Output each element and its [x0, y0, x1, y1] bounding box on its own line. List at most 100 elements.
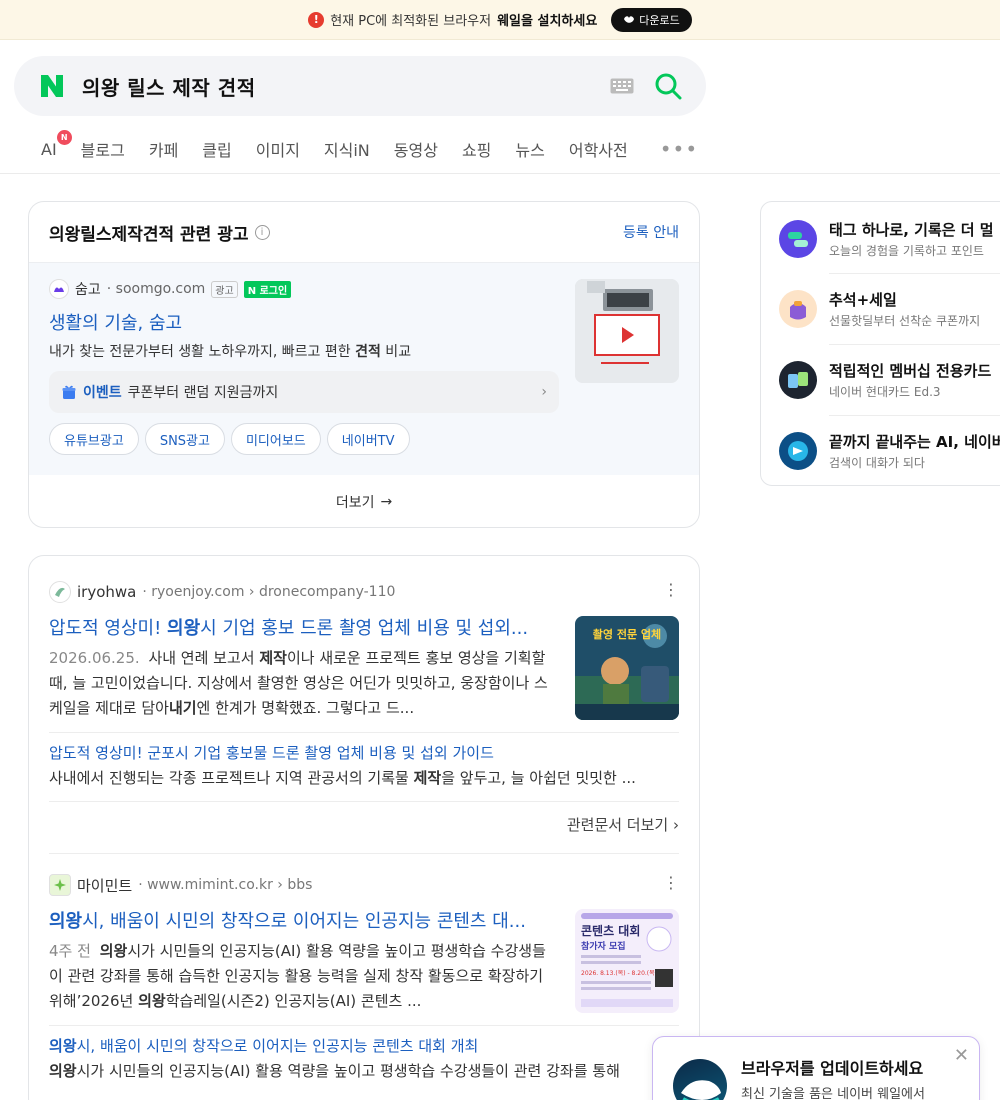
divider — [49, 1025, 679, 1026]
divider — [49, 801, 679, 802]
whale-icon — [624, 15, 635, 23]
result-title-link[interactable]: 압도적 영상미! 의왕시 기업 홍보 드론 촬영 업체 비용 및 섭외... — [49, 614, 557, 640]
keyboard-icon[interactable] — [610, 78, 634, 94]
sidebar-item-sub: 오늘의 경험을 기록하고 포인트 — [829, 244, 984, 258]
ad-register-link[interactable]: 등록 안내 — [623, 222, 679, 242]
tab-news[interactable]: 뉴스 — [515, 137, 544, 161]
result-title-link[interactable]: 의왕시, 배움이 시민의 창작으로 이어지는 인공지능 콘텐츠 대... — [49, 907, 557, 933]
result-thumbnail[interactable]: 촬영 전문 업체 — [575, 616, 679, 720]
divider — [0, 173, 1000, 174]
download-button[interactable]: 다운로드 — [611, 7, 692, 32]
event-label: 이벤트 — [83, 385, 122, 401]
web-results: iryohwa · ryoenjoy.com › dronecompany-11… — [28, 555, 700, 1100]
new-badge: N — [56, 129, 72, 145]
sub-result-snippet: 사내에서 진행되는 각종 프로젝트나 지역 관공서의 기록물 제작을 앞두고, … — [49, 769, 636, 787]
gift-pouch-icon — [779, 290, 817, 328]
chip-sns-ad[interactable]: SNS광고 — [144, 423, 225, 455]
tab-shopping[interactable]: 쇼핑 — [462, 137, 491, 161]
ad-chips: 유튜브광고 SNS광고 미디어보드 네이버TV — [49, 423, 679, 455]
ad-body: 숨고 · soomgo.com 광고 N 로그인 생활의 기술, 숨고 내가 찾… — [29, 263, 699, 475]
sidebar-item-title: 끝까지 끝내주는 AI, 네이버 — [829, 433, 1000, 451]
thumb-title: 콘텐츠 대회 — [581, 923, 640, 938]
event-text: 쿠폰부터 랜덤 지원금까지 — [127, 385, 279, 401]
ad-domain: · soomgo.com — [106, 281, 206, 297]
gift-icon — [62, 385, 76, 399]
install-banner: ! 현재 PC에 최적화된 브라우저 웨일을 설치하세요 다운로드 — [0, 0, 1000, 40]
result-source: iryohwa · ryoenjoy.com › dronecompany-11… — [49, 580, 679, 604]
tab-kin[interactable]: 지식iN — [324, 137, 370, 161]
chip-media-board[interactable]: 미디어보드 — [230, 423, 321, 455]
thumb-sub: 참가자 모집 — [581, 940, 626, 952]
arrow-right-icon: → — [380, 493, 393, 510]
more-options-icon[interactable]: ⋮ — [663, 873, 679, 892]
tab-ai[interactable]: AI N — [41, 129, 72, 159]
sidebar-item-title: 태그 하나로, 기록은 더 멀 — [829, 221, 994, 239]
whale-icon — [673, 1059, 727, 1100]
tab-clip[interactable]: 클립 — [202, 137, 231, 161]
tab-blog[interactable]: 블로그 — [81, 137, 125, 161]
ad-source-name[interactable]: 숨고 — [75, 279, 101, 299]
naver-logo[interactable] — [38, 72, 66, 100]
result-date: 2026.06.25. — [49, 649, 140, 667]
result-date: 4주 전 — [49, 942, 91, 960]
banner-text: 현재 PC에 최적화된 브라우저 — [330, 14, 492, 29]
tab-cafe[interactable]: 카페 — [149, 137, 178, 161]
search-tabs: AI N 블로그 카페 클립 이미지 지식iN 동영상 쇼핑 뉴스 어학사전 •… — [41, 129, 698, 166]
site-favicon — [49, 581, 71, 603]
divider — [49, 853, 679, 854]
tab-dictionary[interactable]: 어학사전 — [569, 137, 628, 161]
update-browser-popup[interactable]: 브라우저를 업데이트하세요 최신 기술을 품은 네이버 웨일에서 ✕ — [652, 1036, 980, 1100]
soomgo-favicon — [49, 279, 69, 299]
thumb-date: 2026. 8.13.(목) - 8.20.(목) — [581, 970, 657, 977]
tab-image[interactable]: 이미지 — [256, 137, 300, 161]
result-snippet: 4주 전 의왕시가 시민들의 인공지능(AI) 활용 역량을 높이고 평생학습 … — [49, 942, 546, 1010]
more-label: 더보기 — [335, 494, 375, 511]
sidebar-item-sub: 검색이 대화가 되다 — [829, 456, 925, 470]
info-icon[interactable]: i — [254, 224, 270, 240]
search-bar: 의왕 릴스 제작 견적 — [14, 56, 706, 116]
site-path: · www.mimint.co.kr › bbs — [138, 877, 313, 893]
chevron-right-icon: › — [673, 816, 679, 834]
sidebar-item-tag[interactable]: 태그 하나로, 기록은 더 멀 오늘의 경험을 기록하고 포인트 — [761, 204, 1000, 274]
tag-icon — [779, 220, 817, 258]
site-name[interactable]: iryohwa — [77, 583, 136, 601]
search-input[interactable]: 의왕 릴스 제작 견적 — [82, 72, 610, 101]
site-path: · ryoenjoy.com › dronecompany-110 — [142, 584, 396, 600]
warning-icon: ! — [308, 11, 325, 28]
login-badge[interactable]: N 로그인 — [243, 280, 292, 298]
sidebar-item-ai[interactable]: 끝까지 끝내주는 AI, 네이버 검색이 대화가 되다 — [761, 416, 1000, 485]
result-item: iryohwa · ryoenjoy.com › dronecompany-11… — [29, 580, 699, 850]
sidebar-item-chuseok[interactable]: 추석+세일 선물핫딜부터 선착순 쿠폰까지 — [761, 274, 1000, 344]
chevron-right-icon: › — [541, 384, 547, 400]
banner-strong-text: 웨일을 설치하세요 — [497, 14, 598, 29]
ai-icon — [779, 432, 817, 470]
ad-header: 의왕릴스제작견적 관련 광고 i 등록 안내 — [29, 202, 699, 263]
ad-section: 의왕릴스제작견적 관련 광고 i 등록 안내 숨고 · soomgo.com 광… — [28, 201, 700, 528]
more-options-icon[interactable]: ⋮ — [663, 580, 679, 599]
download-label: 다운로드 — [639, 13, 680, 27]
tab-video[interactable]: 동영상 — [394, 137, 438, 161]
ad-more-button[interactable]: 더보기 → — [29, 475, 699, 527]
more-tabs-icon[interactable]: ••• — [660, 137, 698, 161]
site-favicon — [49, 874, 71, 896]
ad-title-text: 의왕릴스제작견적 관련 광고 — [49, 224, 249, 245]
sidebar-item-card[interactable]: 적립적인 멤버십 전용카드 네이버 현대카드 Ed.3 — [761, 345, 1000, 415]
chip-youtube-ad[interactable]: 유튜브광고 — [49, 423, 139, 455]
ad-event-banner[interactable]: 이벤트 쿠폰부터 랜덤 지원금까지 › — [49, 371, 559, 413]
site-name[interactable]: 마이민트 — [77, 875, 132, 896]
sidebar-item-sub: 선물핫딜부터 선착순 쿠폰까지 — [829, 314, 981, 328]
result-thumbnail[interactable]: 콘텐츠 대회 참가자 모집 2026. 8.13.(목) - 8.20.(목) — [575, 909, 679, 1013]
ad-title: 의왕릴스제작견적 관련 광고 i — [49, 220, 270, 245]
sub-result-link[interactable]: 의왕시, 배움이 시민의 창작으로 이어지는 인공지능 콘텐츠 대회 개최 — [49, 1035, 679, 1056]
ad-thumbnail[interactable] — [575, 279, 679, 383]
result-item: 마이민트 · www.mimint.co.kr › bbs ⋮ 의왕시, 배움이… — [29, 873, 699, 1100]
related-docs-link[interactable]: 관련문서 더보기 › — [567, 814, 679, 835]
sub-result-link[interactable]: 압도적 영상미! 군포시 기업 홍보물 드론 촬영 업체 비용 및 섭외 가이드 — [49, 742, 679, 763]
divider — [49, 732, 679, 733]
chip-naver-tv[interactable]: 네이버TV — [326, 423, 410, 455]
search-icon[interactable] — [654, 72, 682, 100]
close-icon[interactable]: ✕ — [954, 1045, 969, 1066]
sidebar-item-title: 적립적인 멤버십 전용카드 — [829, 362, 992, 380]
popup-sub: 최신 기술을 품은 네이버 웨일에서 — [741, 1087, 925, 1100]
result-snippet: 2026.06.25. 사내 연례 보고서 제작이나 새로운 프로젝트 홍보 영… — [49, 649, 548, 717]
